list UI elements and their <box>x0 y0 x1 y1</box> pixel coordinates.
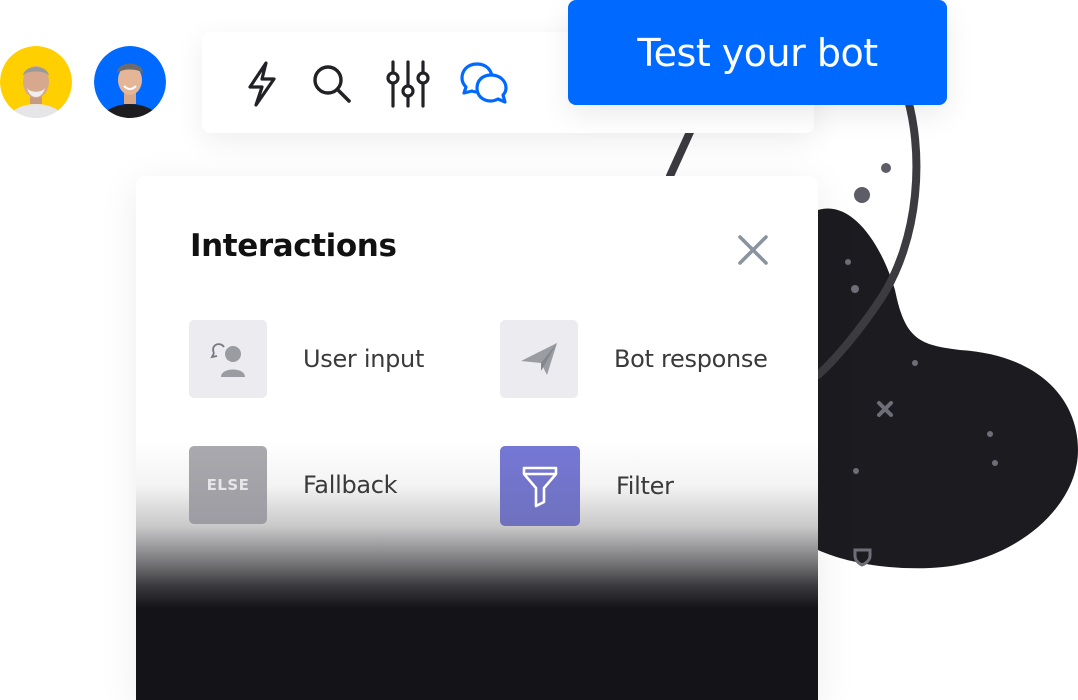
dot <box>987 431 993 437</box>
test-your-bot-button[interactable]: Test your bot <box>568 0 947 105</box>
dot <box>845 259 851 265</box>
search-icon[interactable] <box>306 58 358 110</box>
dark-blob-shape <box>818 208 1078 569</box>
lightning-icon[interactable] <box>236 58 288 110</box>
interactions-panel: Interactions User input Bot response ELS… <box>136 176 818 700</box>
dot <box>851 285 859 293</box>
user-avatar-2[interactable] <box>94 46 166 118</box>
dot <box>854 187 870 203</box>
dot <box>853 468 859 474</box>
panel-title: Interactions <box>190 228 397 264</box>
item-label: Fallback <box>303 471 398 499</box>
item-label: Bot response <box>614 345 768 373</box>
item-label: User input <box>303 345 425 373</box>
sliders-icon[interactable] <box>382 58 434 110</box>
chat-bubbles-icon[interactable] <box>458 58 510 110</box>
user-input-icon <box>189 320 267 398</box>
filter-icon <box>500 446 580 526</box>
user-avatar-1[interactable] <box>0 46 72 118</box>
dot <box>881 163 891 173</box>
interaction-item-user-input[interactable]: User input <box>189 320 424 398</box>
paper-plane-icon <box>500 320 578 398</box>
else-icon: ELSE <box>189 446 267 524</box>
interaction-item-filter[interactable]: Filter <box>500 446 674 526</box>
item-label: Filter <box>616 472 674 500</box>
dot <box>912 360 918 366</box>
close-button[interactable] <box>734 231 772 269</box>
interaction-item-bot-response[interactable]: Bot response <box>500 320 768 398</box>
interaction-item-fallback[interactable]: ELSE Fallback <box>189 446 398 524</box>
else-icon-text: ELSE <box>206 476 250 494</box>
dot <box>992 460 998 466</box>
close-icon <box>738 235 768 265</box>
